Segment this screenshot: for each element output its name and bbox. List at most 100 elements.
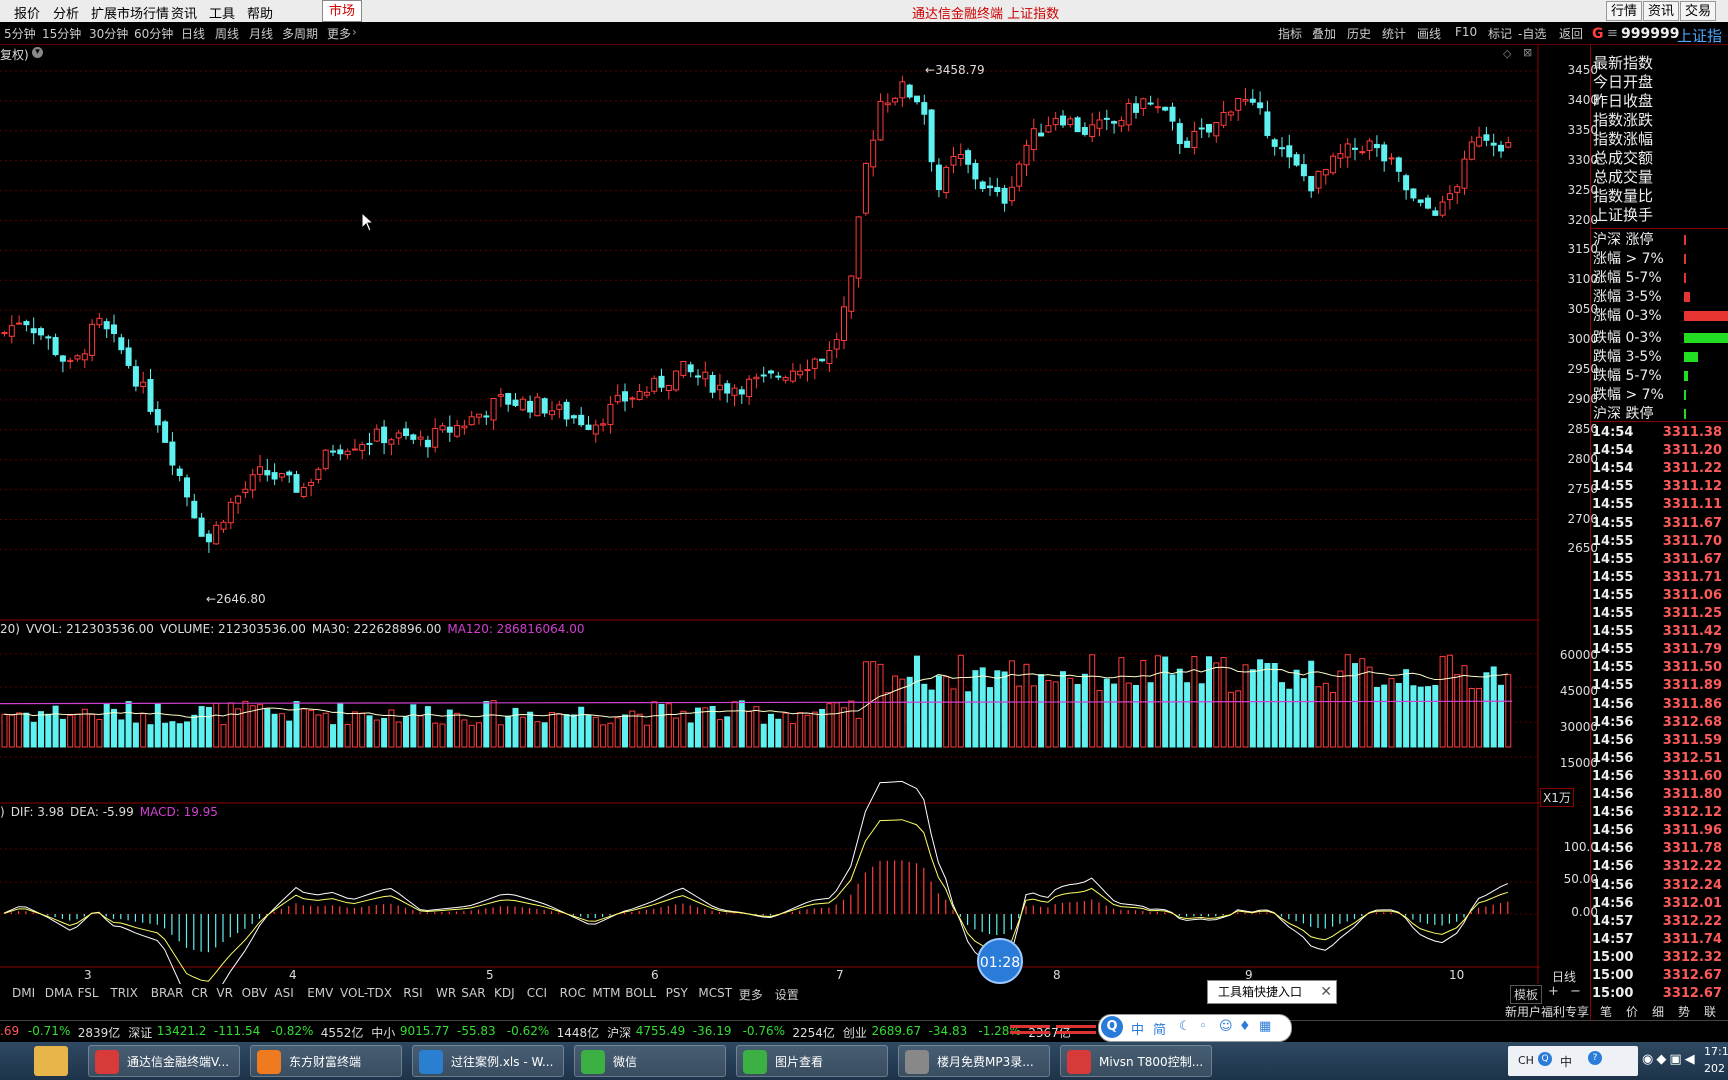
indicator-tab[interactable]: CCI	[527, 986, 547, 1000]
news-button[interactable]: 资讯	[1643, 1, 1680, 21]
menu-quotes[interactable]: 报价	[14, 3, 40, 22]
template-button[interactable]: 模板	[1510, 985, 1543, 1004]
macd-legend-item: DIF: 3.98	[10, 805, 65, 819]
candle-up	[600, 423, 607, 426]
taskbar-app[interactable]: 楼月免费MP3录...	[898, 1045, 1050, 1077]
detail-tab[interactable]: 细	[1652, 1003, 1664, 1020]
tool-f10[interactable]: F10	[1455, 25, 1477, 39]
ime-chinese[interactable]: 中	[1131, 1019, 1144, 1038]
zoom-out-button[interactable]: −	[1570, 984, 1581, 999]
indicator-tab[interactable]: VOL-TDX	[340, 986, 392, 1000]
recording-timer[interactable]: 01:28	[977, 938, 1023, 984]
indicator-tab[interactable]: 设置	[775, 986, 799, 1003]
file-explorer-icon[interactable]	[34, 1046, 68, 1076]
moon-icon[interactable]: ☾	[1179, 1019, 1191, 1034]
indicator-tab[interactable]: KDJ	[494, 986, 515, 1000]
period-monthly[interactable]: 月线	[249, 25, 273, 42]
indicator-tab[interactable]: MCST	[698, 986, 732, 1000]
taskbar-app[interactable]: 过往案例.xls - W...	[412, 1045, 564, 1077]
menu-info[interactable]: 资讯	[171, 3, 197, 22]
indicator-tab[interactable]: WR	[436, 986, 456, 1000]
volume-bar	[1373, 686, 1380, 748]
market-tab[interactable]: 市场	[322, 0, 362, 22]
search-icon[interactable]: Q	[1101, 1016, 1123, 1038]
grid-icon[interactable]: ▦	[1259, 1019, 1271, 1034]
indicator-tab[interactable]: 更多	[739, 986, 763, 1003]
help-icon[interactable]: ?	[1588, 1051, 1602, 1065]
app-title: 通达信金融终端 上证指数	[912, 7, 1060, 22]
tool-history[interactable]: 历史	[1347, 25, 1371, 42]
indicator-tab[interactable]: CR	[191, 986, 208, 1000]
ime-toolbar[interactable]: Q 中 简 ☾ ◦ ☺ ♦ ▦	[1098, 1014, 1292, 1042]
indicator-tab[interactable]: MTM	[592, 986, 620, 1000]
tool-draw[interactable]: 画线	[1417, 25, 1441, 42]
menu-help[interactable]: 帮助	[247, 3, 273, 22]
indicator-tab[interactable]: OBV	[242, 986, 268, 1000]
punctuation-icon[interactable]: ◦	[1199, 1019, 1207, 1034]
period-multi[interactable]: 多周期	[282, 25, 318, 42]
ime-simplified[interactable]: 简	[1153, 1019, 1166, 1038]
detail-tab[interactable]: 笔	[1600, 1003, 1612, 1020]
tool-overlay[interactable]: 叠加	[1312, 25, 1336, 42]
indicator-tab[interactable]: DMI	[12, 986, 35, 1000]
taskbar-app[interactable]: 通达信金融终端V...	[88, 1045, 240, 1077]
detail-tab[interactable]: 价	[1626, 1003, 1638, 1020]
indicator-tab[interactable]: BRAR	[151, 986, 184, 1000]
indicator-tab[interactable]: RSI	[403, 986, 423, 1000]
volume-bar	[242, 700, 249, 748]
menu-analysis[interactable]: 分析	[53, 3, 79, 22]
zoom-in-button[interactable]: +	[1548, 984, 1559, 999]
flow-indicator-icon[interactable]	[1010, 1023, 1096, 1037]
trade-button[interactable]: 交易	[1680, 1, 1717, 21]
taskbar-app[interactable]: 东方财富终端	[250, 1045, 402, 1077]
date[interactable]: 202	[1704, 1062, 1725, 1075]
close-icon[interactable]: ✕	[1320, 981, 1332, 1003]
clock[interactable]: 17:1	[1704, 1045, 1728, 1058]
indicator-tab[interactable]: BOLL	[625, 986, 656, 1000]
menu-extended-market[interactable]: 扩展市场行情	[91, 3, 169, 22]
chevron-right-icon[interactable]: ›	[352, 25, 357, 39]
taskbar-app[interactable]: 微信	[574, 1045, 726, 1077]
indicator-tab[interactable]: TRIX	[110, 986, 137, 1000]
language-bar[interactable]: CH Q 中 ?	[1508, 1046, 1638, 1076]
indicator-tab[interactable]: FSL	[78, 986, 99, 1000]
tick-row: 14:54 3311.22	[1592, 460, 1728, 478]
period-weekly[interactable]: 周线	[215, 25, 239, 42]
volume-bar	[1264, 663, 1271, 748]
period-daily[interactable]: 日线	[181, 25, 205, 42]
period-5min[interactable]: 5分钟	[4, 25, 36, 42]
detail-tab[interactable]: 势	[1678, 1003, 1690, 1020]
volume-bar	[658, 703, 665, 748]
tool-back[interactable]: 返回	[1559, 25, 1583, 42]
taskbar-app[interactable]: Mivsn T800控制...	[1060, 1045, 1212, 1077]
indicator-tab[interactable]: EMV	[307, 986, 333, 1000]
emoji-icon[interactable]: ☺	[1219, 1019, 1233, 1034]
period-more[interactable]: 更多	[327, 25, 351, 42]
tool-indicator[interactable]: 指标	[1278, 25, 1302, 42]
tool-mark[interactable]: 标记	[1488, 25, 1512, 42]
skin-icon[interactable]: ♦	[1239, 1019, 1251, 1034]
kline-chart[interactable]	[0, 44, 1540, 984]
indicator-tab[interactable]: SAR	[461, 986, 485, 1000]
toolbox-tooltip[interactable]: 工具箱快捷入口 ✕	[1207, 980, 1337, 1004]
tool-stats[interactable]: 统计	[1382, 25, 1406, 42]
candle-up	[249, 474, 256, 491]
period-15min[interactable]: 15分钟	[42, 25, 81, 42]
indicator-tab[interactable]: PSY	[666, 986, 688, 1000]
indicator-tab[interactable]: VR	[216, 986, 233, 1000]
tool-watchlist[interactable]: -自选	[1518, 25, 1546, 42]
detail-tab[interactable]: 联	[1704, 1003, 1716, 1020]
period-60min[interactable]: 60分钟	[134, 25, 173, 42]
indicator-tab[interactable]: DMA	[45, 986, 73, 1000]
menu-tools[interactable]: 工具	[209, 3, 235, 22]
search-icon[interactable]: Q	[1538, 1052, 1552, 1066]
period-30min[interactable]: 30分钟	[89, 25, 128, 42]
indicator-tab[interactable]: ROC	[560, 986, 586, 1000]
quotes-button[interactable]: 行情	[1606, 1, 1643, 21]
indicator-tab[interactable]: ASI	[274, 986, 293, 1000]
taskbar-app[interactable]: 图片查看	[736, 1045, 888, 1077]
menu-icon[interactable]: ≡	[1607, 26, 1618, 41]
tick-price: 3311.60	[1662, 768, 1722, 784]
volume-bar	[132, 722, 139, 748]
promo-link[interactable]: 新用户福利专享	[1505, 1003, 1589, 1020]
